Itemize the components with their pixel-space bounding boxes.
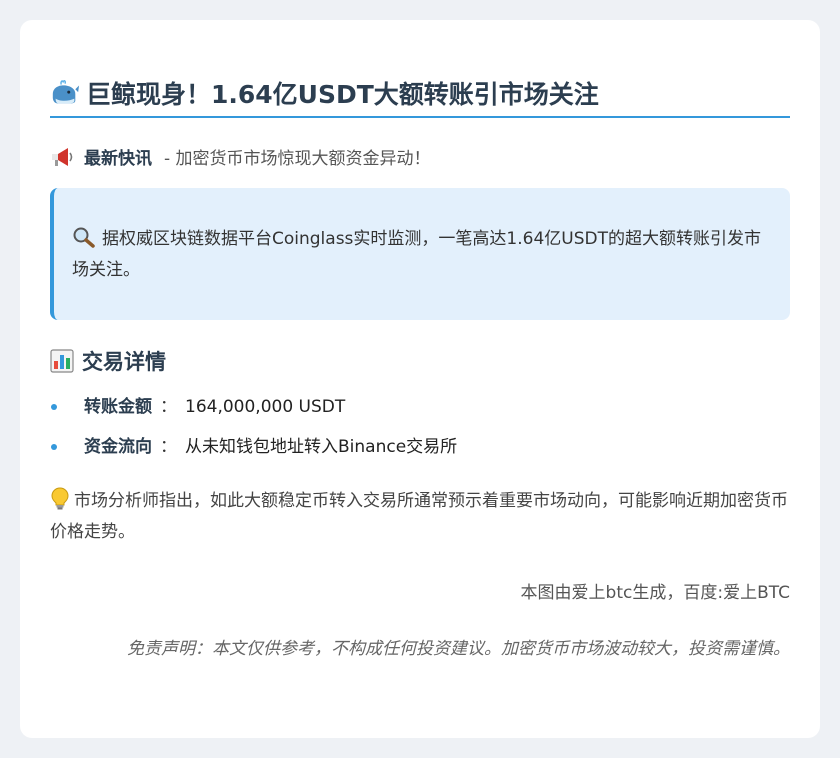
news-label: 最新快讯 — [84, 149, 152, 169]
bar-chart-icon — [50, 349, 74, 373]
disclaimer-text: 免责声明：本文仅供参考，不构成任何投资建议。加密货币市场波动较大，投资需谨慎。 — [127, 639, 790, 659]
article-header: 巨鲸现身！1.64亿USDT大额转账引市场关注 — [50, 70, 790, 118]
section-title: 交易详情 — [50, 346, 166, 376]
detail-separator: ： — [160, 437, 177, 457]
highlight-box: 据权威区块链数据平台Coinglass实时监测，一笔高达1.64亿USDT的超大… — [50, 188, 790, 320]
lightbulb-icon — [51, 487, 69, 510]
highlight-text: 据权威区块链数据平台Coinglass实时监测，一笔高达1.64亿USDT的超大… — [72, 229, 761, 280]
megaphone-icon — [52, 147, 73, 166]
detail-key: 资金流向 — [84, 437, 152, 457]
analysis-paragraph: 市场分析师指出，如此大额稳定币转入交易所通常预示着重要市场动向，可能影响近期加密… — [50, 486, 790, 548]
list-item: 转账金额 ： 164,000,000 USDT — [50, 392, 457, 432]
magnifier-icon — [73, 227, 95, 248]
detail-value: 从未知钱包地址转入Binance交易所 — [185, 437, 458, 457]
detail-key: 转账金额 — [84, 397, 152, 417]
news-flash: 最新快讯 - 加密货币市场惊现大额资金异动！ — [50, 144, 431, 169]
credit-text: 本图由爱上btc生成，百度:爱上BTC — [520, 583, 790, 603]
news-text: - 加密货币市场惊现大额资金异动！ — [164, 149, 431, 169]
detail-value: 164,000,000 USDT — [185, 397, 346, 417]
bullet-icon — [51, 444, 57, 450]
list-item: 资金流向 ： 从未知钱包地址转入Binance交易所 — [50, 432, 457, 472]
detail-list: 转账金额 ： 164,000,000 USDT 资金流向 ： 从未知钱包地址转入Bina… — [50, 392, 457, 472]
article-card: 巨鲸现身！1.64亿USDT大额转账引市场关注 最新快讯 - 加密货币市场惊现大… — [20, 20, 820, 738]
page-title: 巨鲸现身！1.64亿USDT大额转账引市场关注 — [86, 80, 599, 109]
detail-separator: ： — [160, 397, 177, 417]
whale-icon — [52, 80, 80, 104]
analysis-text: 市场分析师指出，如此大额稳定币转入交易所通常预示着重要市场动向，可能影响近期加密… — [50, 491, 788, 542]
section-title-text: 交易详情 — [82, 350, 166, 374]
bullet-icon — [51, 404, 57, 410]
